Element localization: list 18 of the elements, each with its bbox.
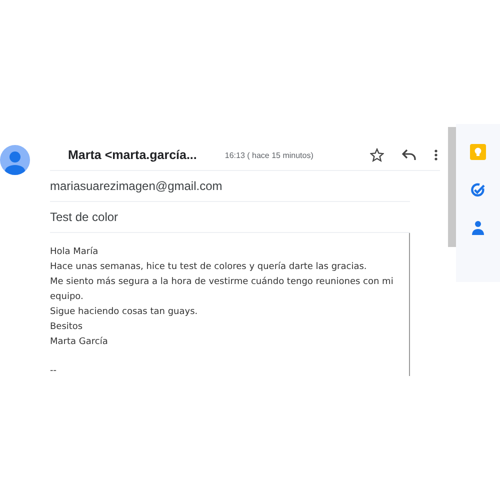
recipient-address: mariasuarezimagen@gmail.com xyxy=(50,179,222,193)
body-line: Hola María xyxy=(50,246,100,259)
body-line: -- xyxy=(50,365,58,376)
timestamp: 16:13 ( hace 15 minutos) xyxy=(224,150,314,160)
subject-text: Test de color xyxy=(50,210,118,224)
checkmark-icon[interactable] xyxy=(470,182,486,198)
reply-icon[interactable] xyxy=(402,149,416,161)
more-icon[interactable] xyxy=(434,149,438,161)
body-line: Besitos xyxy=(50,321,84,334)
person-icon[interactable] xyxy=(471,220,485,236)
star-icon[interactable] xyxy=(370,148,384,162)
body-line: Sigue haciendo cosas tan guays. xyxy=(50,306,199,319)
scrollbar[interactable] xyxy=(448,127,456,247)
sender-name: Marta <marta.garcía... xyxy=(68,148,197,162)
body-line: Me siento más segura a la hora de vestirme cuándo tengo reuniones con mi equipo. xyxy=(50,276,394,304)
avatar-icon xyxy=(0,145,30,175)
body-line: Hace unas semanas, hice tu test de colores y quería darte las gracias. xyxy=(50,260,368,274)
body-line: Marta García xyxy=(50,336,109,349)
